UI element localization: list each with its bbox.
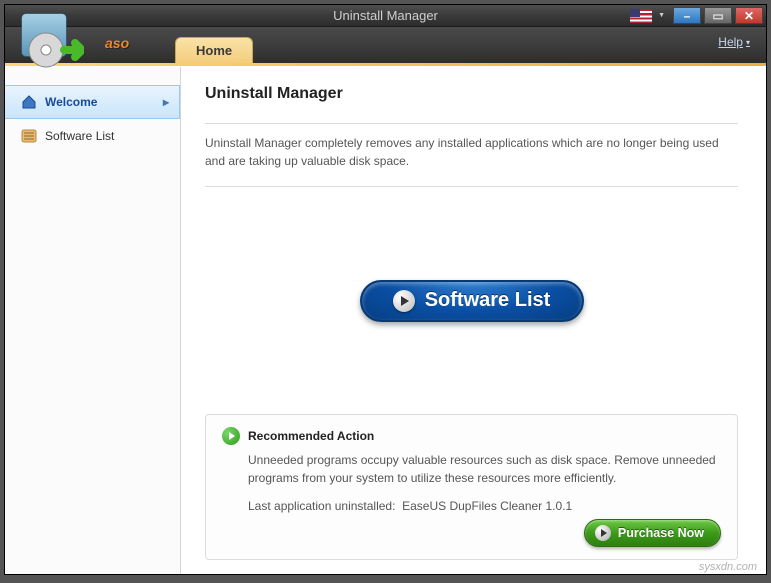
tab-home[interactable]: Home <box>175 37 253 63</box>
window-title: Uninstall Manager <box>333 8 438 23</box>
software-list-button[interactable]: Software List <box>360 280 584 322</box>
play-icon <box>595 525 611 541</box>
purchase-now-button[interactable]: Purchase Now <box>584 519 721 547</box>
recommended-panel: Recommended Action Unneeded programs occ… <box>205 414 738 560</box>
language-flag-icon[interactable] <box>630 9 652 23</box>
play-icon <box>393 290 415 312</box>
page-description: Uninstall Manager completely removes any… <box>205 134 738 170</box>
sidebar-item-label: Welcome <box>45 95 97 109</box>
arrow-icon <box>222 427 240 445</box>
divider <box>205 123 738 124</box>
close-button[interactable]: ✕ <box>735 7 763 24</box>
watermark: sysxdn.com <box>699 561 757 573</box>
recommended-title: Recommended Action <box>248 429 374 443</box>
last-uninstalled: Last application uninstalled: EaseUS Dup… <box>248 499 721 513</box>
page-heading: Uninstall Manager <box>205 85 738 109</box>
software-list-button-label: Software List <box>425 289 551 312</box>
sidebar-item-welcome[interactable]: Welcome <box>5 85 180 119</box>
home-icon <box>21 94 37 110</box>
purchase-now-label: Purchase Now <box>618 526 704 540</box>
sidebar-item-label: Software List <box>45 129 114 143</box>
sidebar-item-software-list[interactable]: Software List <box>5 119 180 153</box>
sidebar: Welcome Software List <box>5 67 181 574</box>
brand-logo: aso <box>105 35 129 51</box>
recommended-text: Unneeded programs occupy valuable resour… <box>248 451 721 487</box>
chevron-down-icon[interactable]: ▼ <box>658 12 665 19</box>
tab-home-label: Home <box>196 43 232 58</box>
titlebar: Uninstall Manager ▼ – ▭ ✕ <box>5 5 766 27</box>
help-link[interactable]: Help <box>718 35 750 49</box>
toolbar: aso Home Help <box>5 27 766 64</box>
content-panel: Uninstall Manager Uninstall Manager comp… <box>181 67 766 574</box>
maximize-button[interactable]: ▭ <box>704 7 732 24</box>
list-icon <box>21 128 37 144</box>
minimize-button[interactable]: – <box>673 7 701 24</box>
